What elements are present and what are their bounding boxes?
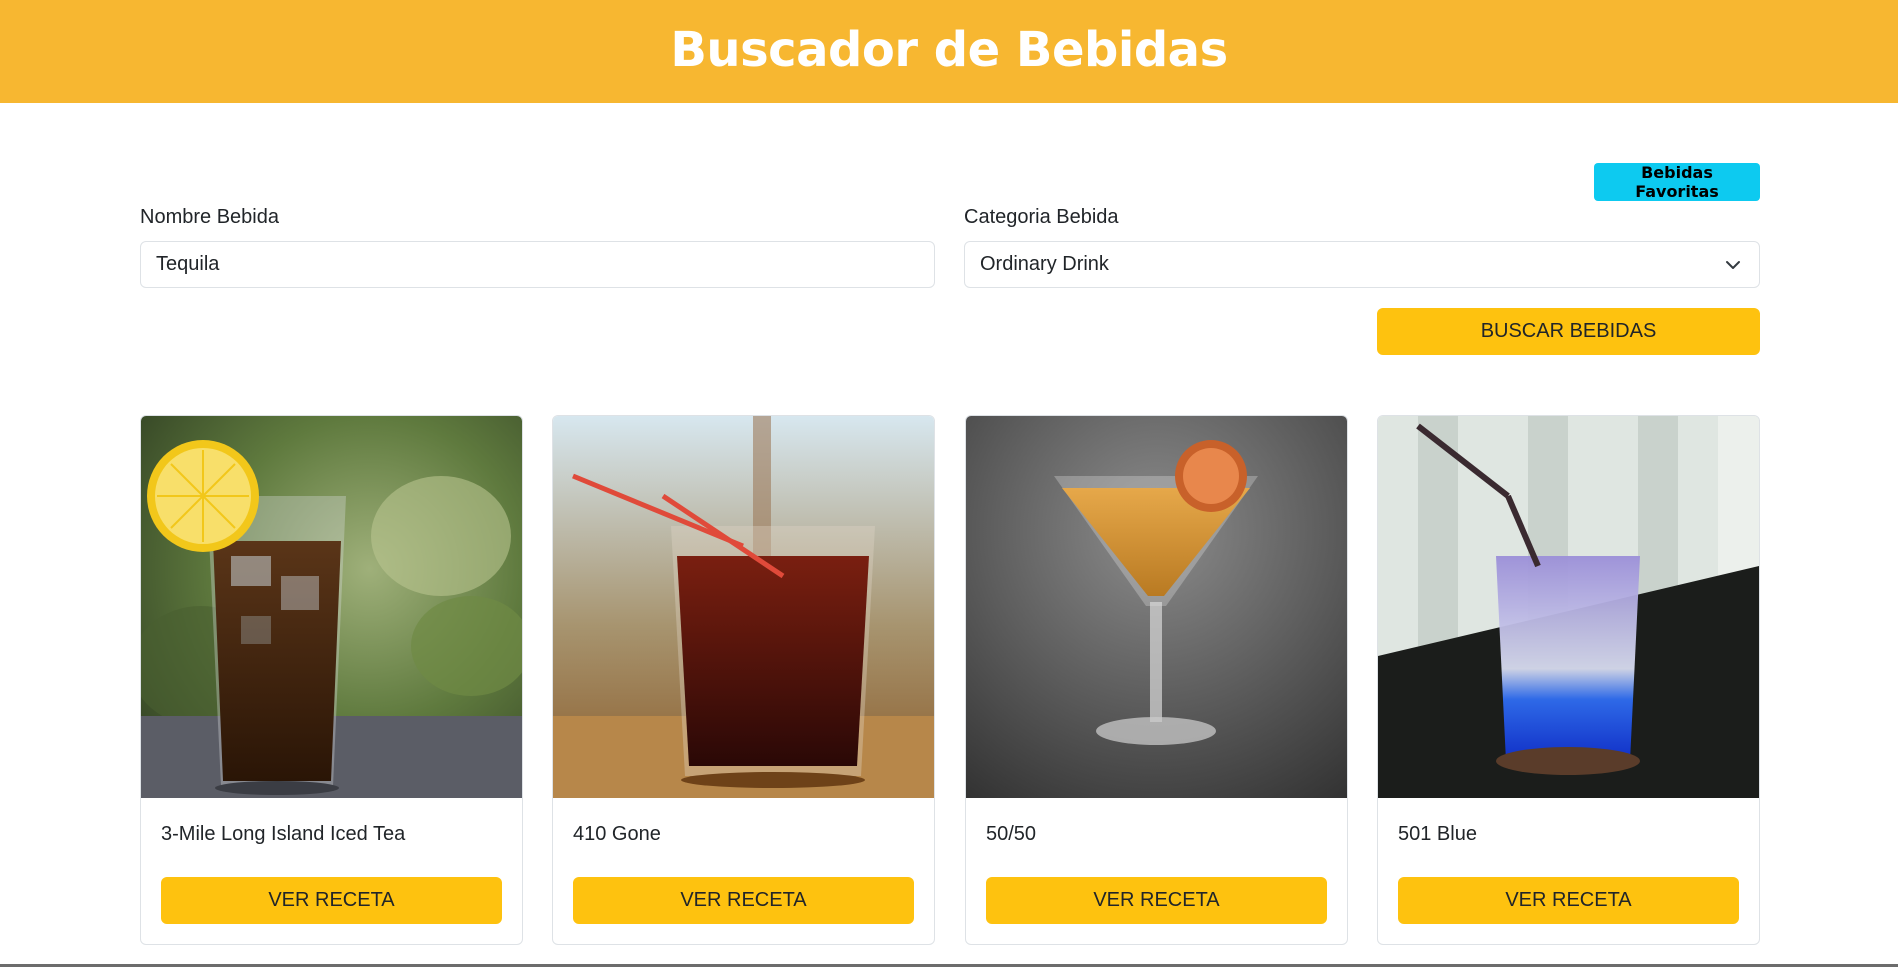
drink-card: 50/50 VER RECETA <box>965 415 1348 945</box>
drink-name-input[interactable] <box>140 241 935 288</box>
drink-name: 3-Mile Long Island Iced Tea <box>161 823 406 845</box>
view-recipe-button[interactable]: VER RECETA <box>1398 877 1739 924</box>
drink-card: 3-Mile Long Island Iced Tea VER RECETA <box>140 415 523 945</box>
drink-category-label: Categoria Bebida <box>964 206 1119 228</box>
page-title: Buscador de Bebidas <box>670 21 1228 78</box>
drink-image <box>141 416 522 798</box>
drink-name: 410 Gone <box>573 823 661 845</box>
drink-image <box>966 416 1347 798</box>
drink-image <box>1378 416 1759 798</box>
drink-name: 501 Blue <box>1398 823 1477 845</box>
drink-category-select[interactable]: Ordinary Drink <box>964 241 1760 288</box>
drink-category-value: Ordinary Drink <box>980 253 1109 275</box>
drink-card: 501 Blue VER RECETA <box>1377 415 1760 945</box>
view-recipe-button[interactable]: VER RECETA <box>986 877 1327 924</box>
drink-card: 410 Gone VER RECETA <box>552 415 935 945</box>
drink-name: 50/50 <box>986 823 1037 845</box>
drink-image <box>553 416 934 798</box>
view-recipe-button[interactable]: VER RECETA <box>161 877 502 924</box>
favorites-button[interactable]: Bebidas Favoritas <box>1594 163 1760 201</box>
drink-name-label: Nombre Bebida <box>140 206 279 228</box>
search-drinks-button[interactable]: BUSCAR BEBIDAS <box>1377 308 1760 355</box>
chevron-down-icon <box>1726 261 1740 269</box>
view-recipe-button[interactable]: VER RECETA <box>573 877 914 924</box>
page-header: Buscador de Bebidas <box>0 0 1898 103</box>
